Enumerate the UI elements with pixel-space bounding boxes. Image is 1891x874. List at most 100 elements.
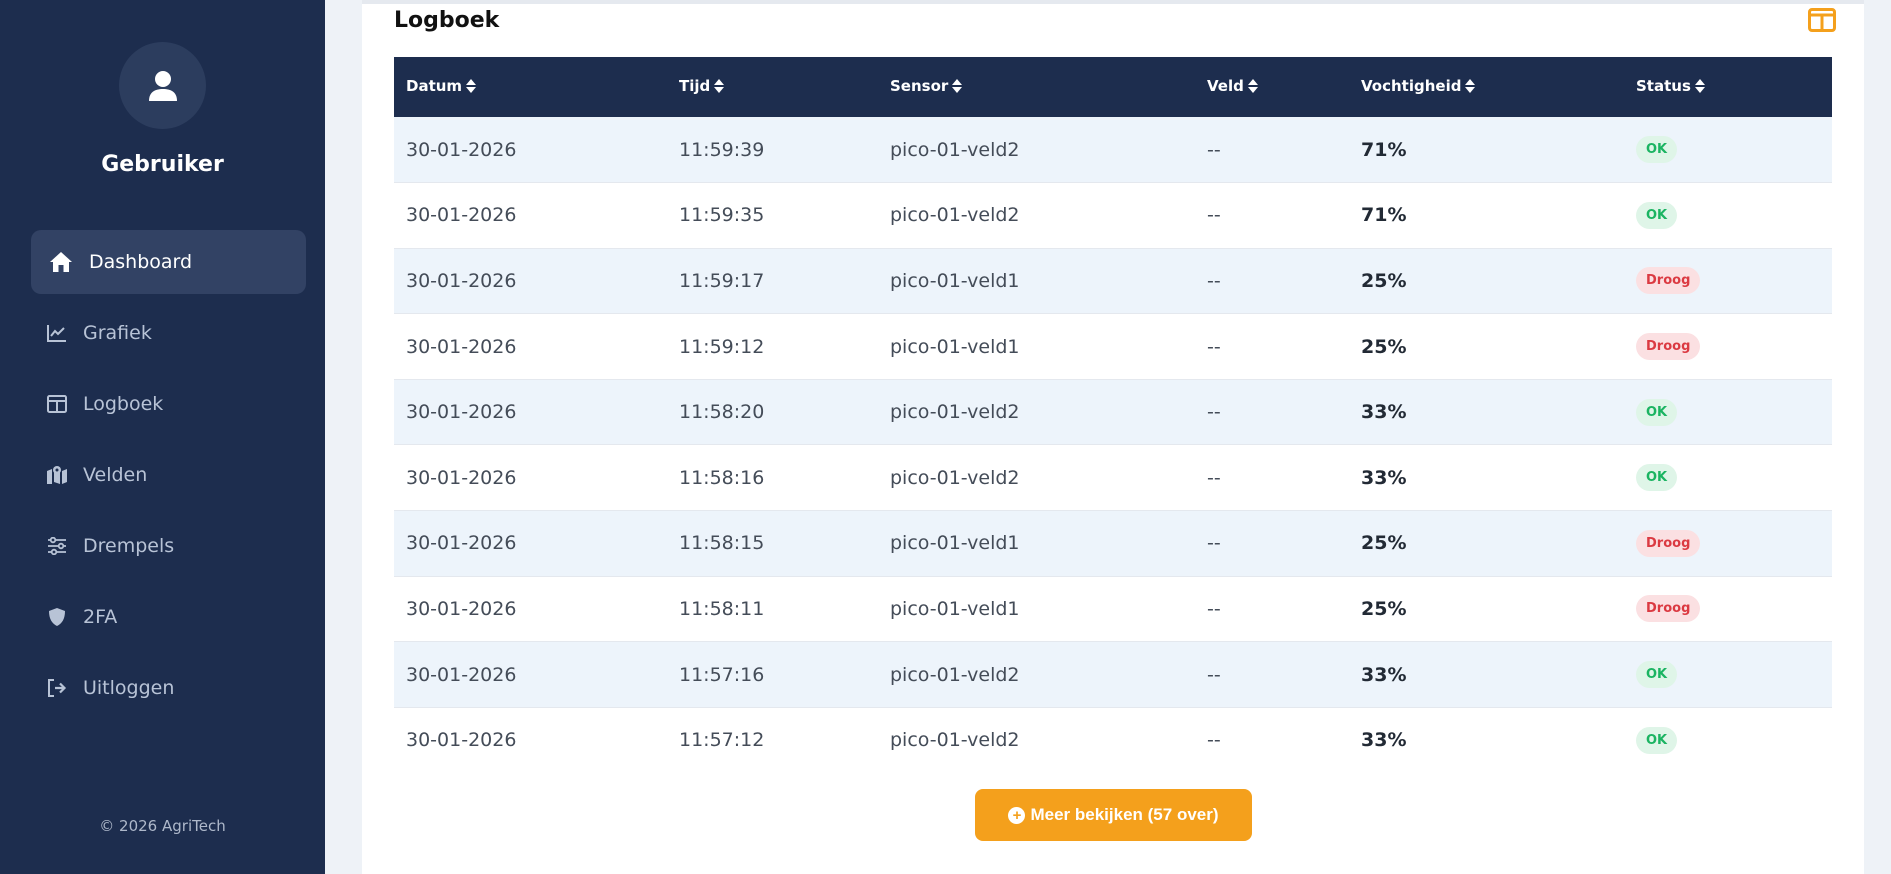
column-header-datum[interactable]: Datum (394, 57, 667, 117)
table-row: 30-01-2026 11:59:39 pico-01-veld2 -- 71% OK (394, 117, 1832, 183)
column-header-status[interactable]: Status (1624, 57, 1832, 117)
sidebar-item-2fa[interactable]: 2FA (31, 585, 306, 649)
chart-line-icon (45, 321, 69, 345)
column-header-veld[interactable]: Veld (1195, 57, 1349, 117)
sidebar-item-grafiek[interactable]: Grafiek (31, 301, 306, 365)
cell-sensor: pico-01-veld2 (890, 729, 1020, 752)
sidebar-item-label: 2FA (83, 606, 118, 628)
sidebar-item-dashboard[interactable]: Dashboard (31, 230, 306, 294)
table-row: 30-01-2026 11:58:20 pico-01-veld2 -- 33% OK (394, 379, 1832, 445)
avatar (119, 42, 206, 129)
status-badge: OK (1636, 398, 1678, 426)
sidebar-nav: Dashboard Grafiek Logboek Velden Drempel… (31, 230, 306, 727)
cell-vochtigheid: 71% (1361, 204, 1407, 227)
table-row: 30-01-2026 11:57:16 pico-01-veld2 -- 33% OK (394, 641, 1832, 708)
status-badge: Droog (1636, 595, 1701, 623)
cell-veld: -- (1207, 663, 1221, 686)
sidebar-item-velden[interactable]: Velden (31, 443, 306, 507)
cell-vochtigheid: 25% (1361, 532, 1407, 555)
load-more-label: Meer bekijken (57 over) (1030, 805, 1219, 824)
cell-datum: 30-01-2026 (406, 663, 517, 686)
status-badge: OK (1636, 464, 1678, 492)
cell-datum: 30-01-2026 (406, 466, 517, 489)
sidebar-footer: © 2026 AgriTech (99, 817, 226, 835)
sidebar-item-label: Dashboard (89, 251, 193, 273)
page-title: Logboek (394, 8, 500, 33)
cell-vochtigheid: 33% (1361, 729, 1407, 752)
status-badge: Droog (1636, 267, 1701, 295)
cell-vochtigheid: 33% (1361, 466, 1407, 489)
cell-sensor: pico-01-veld1 (890, 532, 1020, 555)
cell-veld: -- (1207, 269, 1221, 292)
sliders-icon (45, 534, 69, 558)
table-body: 30-01-2026 11:59:39 pico-01-veld2 -- 71% OK 30… (394, 117, 1832, 773)
sort-icon (1247, 79, 1258, 97)
cell-status: OK (1624, 642, 1832, 708)
cell-sensor: pico-01-veld2 (890, 663, 1020, 686)
cell-veld: -- (1207, 204, 1221, 227)
cell-vochtigheid: 25% (1361, 269, 1407, 292)
cell-veld: -- (1207, 335, 1221, 358)
cell-vochtigheid: 25% (1361, 597, 1407, 620)
cell-vochtigheid: 33% (1361, 401, 1407, 424)
cell-sensor: pico-01-veld2 (890, 401, 1020, 424)
cell-tijd: 11:58:20 (679, 401, 765, 424)
cell-status: OK (1624, 183, 1832, 249)
table-row: 30-01-2026 11:59:12 pico-01-veld1 -- 25% Droo… (394, 314, 1832, 380)
sort-icon (466, 79, 477, 97)
sign-out-icon (45, 676, 69, 700)
cell-veld: -- (1207, 729, 1221, 752)
cell-sensor: pico-01-veld2 (890, 204, 1020, 227)
cell-vochtigheid: 25% (1361, 335, 1407, 358)
sort-icon (714, 79, 725, 97)
logboek-card: Logboek Datum Tijd Sensor Veld Vochtighe… (362, 0, 1864, 874)
cell-datum: 30-01-2026 (406, 138, 517, 161)
sidebar-item-label: Drempels (83, 535, 175, 557)
cell-datum: 30-01-2026 (406, 269, 517, 292)
cell-datum: 30-01-2026 (406, 597, 517, 620)
cell-veld: -- (1207, 466, 1221, 489)
cell-datum: 30-01-2026 (406, 204, 517, 227)
columns-icon[interactable] (1808, 8, 1836, 32)
cell-sensor: pico-01-veld2 (890, 138, 1020, 161)
status-badge: OK (1636, 201, 1678, 229)
cell-sensor: pico-01-veld1 (890, 269, 1020, 292)
sidebar-item-logboek[interactable]: Logboek (31, 372, 306, 436)
table-icon (45, 392, 69, 416)
sidebar-item-label: Logboek (83, 393, 164, 415)
home-icon (49, 250, 73, 274)
cell-tijd: 11:59:12 (679, 335, 765, 358)
sidebar-item-drempels[interactable]: Drempels (31, 514, 306, 578)
log-table: Datum Tijd Sensor Veld Vochtigheid Statu… (394, 57, 1832, 773)
column-header-vochtigheid[interactable]: Vochtigheid (1349, 57, 1624, 117)
column-header-sensor[interactable]: Sensor (878, 57, 1195, 117)
table-row: 30-01-2026 11:57:12 pico-01-veld2 -- 33% OK (394, 707, 1832, 773)
cell-tijd: 11:58:15 (679, 532, 765, 555)
table-row: 30-01-2026 11:58:16 pico-01-veld2 -- 33% OK (394, 445, 1832, 511)
cell-sensor: pico-01-veld1 (890, 335, 1020, 358)
cell-tijd: 11:57:16 (679, 663, 765, 686)
cell-tijd: 11:58:16 (679, 466, 765, 489)
cell-status: OK (1624, 707, 1832, 773)
status-badge: OK (1636, 136, 1678, 164)
table-row: 30-01-2026 11:59:35 pico-01-veld2 -- 71% OK (394, 183, 1832, 249)
cell-sensor: pico-01-veld2 (890, 466, 1020, 489)
column-header-tijd[interactable]: Tijd (667, 57, 878, 117)
load-more-button[interactable]: + Meer bekijken (57 over) (975, 789, 1252, 841)
cell-datum: 30-01-2026 (406, 729, 517, 752)
sidebar-item-label: Velden (83, 464, 148, 486)
cell-sensor: pico-01-veld1 (890, 597, 1020, 620)
sidebar-item-uitloggen[interactable]: Uitloggen (31, 656, 306, 720)
cell-veld: -- (1207, 597, 1221, 620)
username: Gebruiker (101, 152, 224, 177)
status-badge: Droog (1636, 333, 1701, 361)
cell-tijd: 11:59:17 (679, 269, 765, 292)
table-row: 30-01-2026 11:58:11 pico-01-veld1 -- 25% Droo… (394, 576, 1832, 642)
cell-status: Droog (1624, 314, 1832, 380)
cell-status: Droog (1624, 511, 1832, 577)
sidebar-item-label: Uitloggen (83, 677, 175, 699)
cell-status: OK (1624, 445, 1832, 511)
cell-vochtigheid: 33% (1361, 663, 1407, 686)
cell-vochtigheid: 71% (1361, 138, 1407, 161)
sort-icon (952, 79, 963, 97)
